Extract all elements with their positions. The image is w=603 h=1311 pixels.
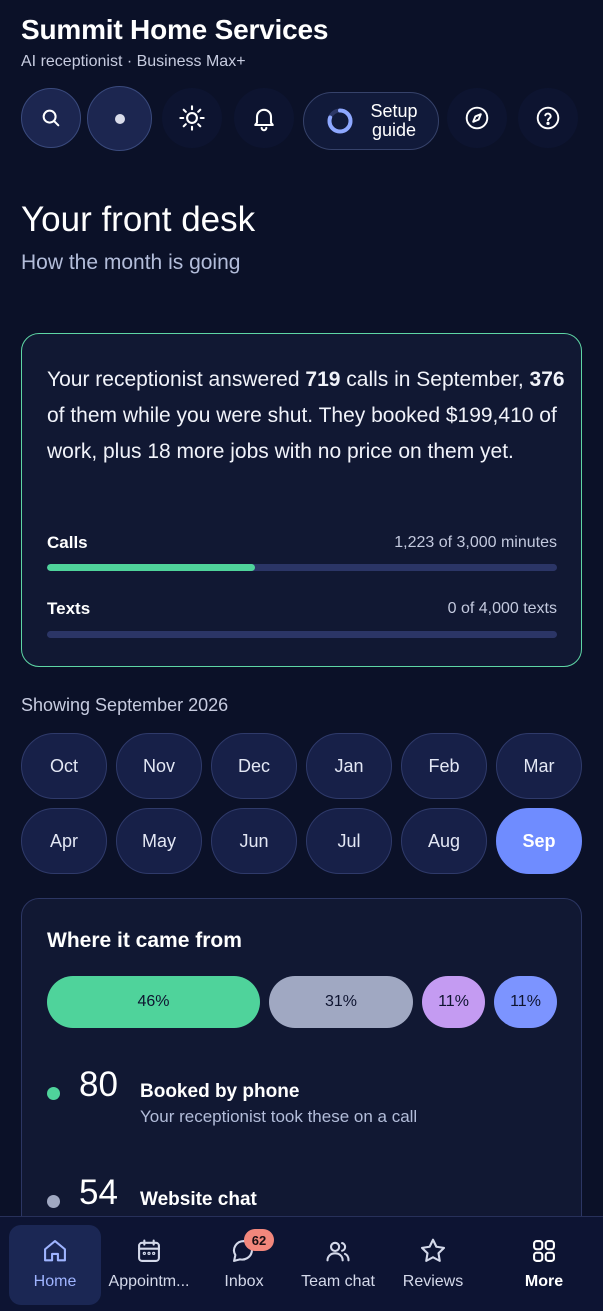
source-dot: [47, 1087, 60, 1100]
sun-icon: [179, 105, 205, 131]
source-name: Website chat: [140, 1189, 257, 1210]
nav-label: Appointm...: [108, 1273, 190, 1290]
explore-button[interactable]: [447, 88, 507, 148]
summary-card: Your receptionist answered 719 calls in …: [21, 333, 582, 667]
month-chip-aug[interactable]: Aug: [401, 808, 487, 874]
progress-ring-icon: [327, 108, 353, 134]
source-segment-phone[interactable]: 46%: [47, 976, 260, 1028]
nav-home[interactable]: Home: [9, 1225, 101, 1305]
month-chip-feb[interactable]: Feb: [401, 733, 487, 799]
bottom-navigation: Home Appointm... 62 Inbox Team chat Revi…: [0, 1216, 603, 1311]
compass-icon: [465, 106, 489, 130]
app-screen: Summit Home Services AI receptionist · B…: [0, 0, 603, 1311]
source-dot: [47, 1195, 60, 1208]
nav-label: Inbox: [224, 1273, 264, 1290]
texts-meter: [47, 631, 557, 638]
home-icon: [44, 1240, 66, 1262]
nav-label: More: [524, 1273, 564, 1290]
notifications-button[interactable]: [234, 88, 294, 148]
business-name: Summit Home Services: [21, 14, 329, 45]
bell-icon: [254, 108, 274, 132]
toolbar: Setup guide: [21, 86, 591, 153]
grid-icon: [533, 1240, 555, 1262]
page-title: Your front desk: [21, 200, 256, 239]
showing-period-label: Showing September 2026: [21, 695, 229, 715]
calls-meter-label: Calls: [47, 533, 88, 552]
status-button[interactable]: [87, 86, 152, 151]
help-icon: [536, 106, 560, 130]
month-chip-mar[interactable]: Mar: [496, 733, 582, 799]
setup-guide-button[interactable]: Setup guide: [303, 92, 439, 150]
page-subtitle: How the month is going: [21, 251, 241, 274]
help-button[interactable]: [518, 88, 578, 148]
nav-label: Reviews: [402, 1273, 464, 1290]
source-count: 80: [79, 1065, 118, 1104]
month-chip-may[interactable]: May: [116, 808, 202, 874]
dot-icon: [114, 113, 125, 124]
sources-title: Where it came from: [47, 929, 242, 952]
calls-meter: [47, 564, 557, 571]
calls-meter-fill: [47, 564, 255, 571]
search-icon: [42, 109, 60, 127]
month-chip-jun[interactable]: Jun: [211, 808, 297, 874]
nav-reviews[interactable]: Reviews: [387, 1225, 479, 1305]
nav-label: Team chat: [301, 1273, 375, 1290]
nav-more[interactable]: More: [498, 1225, 590, 1305]
summary-text: Your receptionist answered 719 calls in …: [47, 368, 565, 463]
theme-toggle-button[interactable]: [162, 88, 222, 148]
calls-meter-value: 1,223 of 3,000 minutes: [394, 534, 557, 551]
source-name: Booked by phone: [140, 1081, 300, 1102]
calendar-icon: [138, 1239, 160, 1262]
texts-meter-value: 0 of 4,000 texts: [447, 600, 557, 617]
nav-team-chat[interactable]: Team chat: [292, 1225, 384, 1305]
nav-appointments[interactable]: Appointm...: [103, 1225, 195, 1305]
month-chip-jul[interactable]: Jul: [306, 808, 392, 874]
nav-inbox[interactable]: 62 Inbox: [198, 1225, 290, 1305]
inbox-badge: 62: [244, 1229, 274, 1251]
texts-meter-label: Texts: [47, 599, 91, 618]
month-chip-nov[interactable]: Nov: [116, 733, 202, 799]
search-button[interactable]: [21, 88, 81, 148]
month-chip-oct[interactable]: Oct: [21, 733, 107, 799]
setup-guide-label: Setup guide: [370, 101, 418, 140]
source-segment-fourth[interactable]: 11%: [494, 976, 557, 1028]
source-segment-third[interactable]: 11%: [422, 976, 485, 1028]
calls-answered-count: 719: [305, 368, 341, 391]
star-icon: [420, 1238, 446, 1262]
source-description: Your receptionist took these on a call: [140, 1107, 418, 1126]
calls-after-hours-count: 376: [529, 368, 565, 391]
source-count: 54: [79, 1173, 118, 1212]
nav-label: Home: [33, 1273, 77, 1290]
month-chip-dec[interactable]: Dec: [211, 733, 297, 799]
plan-subtitle: AI receptionist · Business Max+: [21, 53, 246, 70]
month-chip-apr[interactable]: Apr: [21, 808, 107, 874]
month-chip-jan[interactable]: Jan: [306, 733, 392, 799]
month-chip-sep[interactable]: Sep: [496, 808, 582, 874]
source-segment-chat[interactable]: 31%: [269, 976, 413, 1028]
team-icon: [326, 1241, 350, 1262]
